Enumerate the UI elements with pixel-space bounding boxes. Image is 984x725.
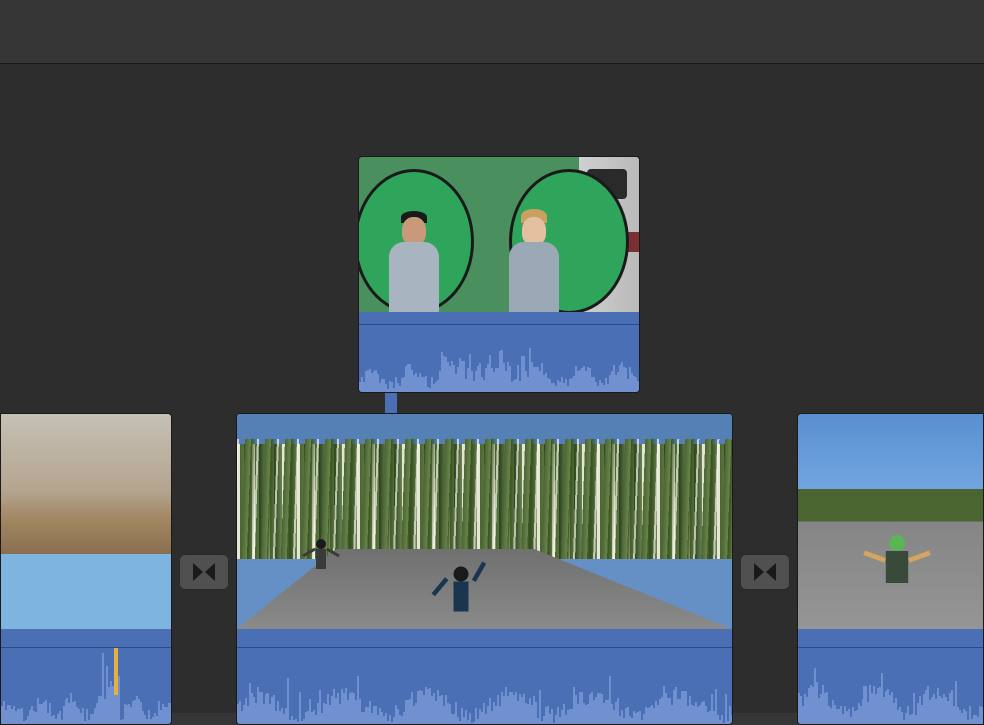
timeline-clip[interactable] [797, 413, 984, 725]
clip-audio-waveform[interactable] [798, 629, 983, 725]
timeline-clip[interactable] [0, 413, 172, 725]
clip-thumbnail [359, 157, 639, 312]
clip-thumbnail [1, 414, 171, 629]
transition-button[interactable] [740, 554, 790, 590]
clip-thumbnail [798, 414, 983, 629]
audio-peak-indicator [114, 648, 118, 725]
transition-button[interactable] [179, 554, 229, 590]
timeline-clip[interactable] [236, 413, 733, 725]
clip-thumbnail [237, 414, 732, 629]
cutaway-clip[interactable] [358, 156, 640, 393]
transition-icon [191, 559, 217, 585]
clip-audio-waveform[interactable] [1, 629, 171, 725]
clip-audio-waveform[interactable] [237, 629, 732, 725]
clip-connection-pin [385, 393, 397, 415]
clip-audio-waveform[interactable] [359, 312, 639, 393]
timeline-area[interactable] [0, 64, 984, 713]
transition-icon [752, 559, 778, 585]
